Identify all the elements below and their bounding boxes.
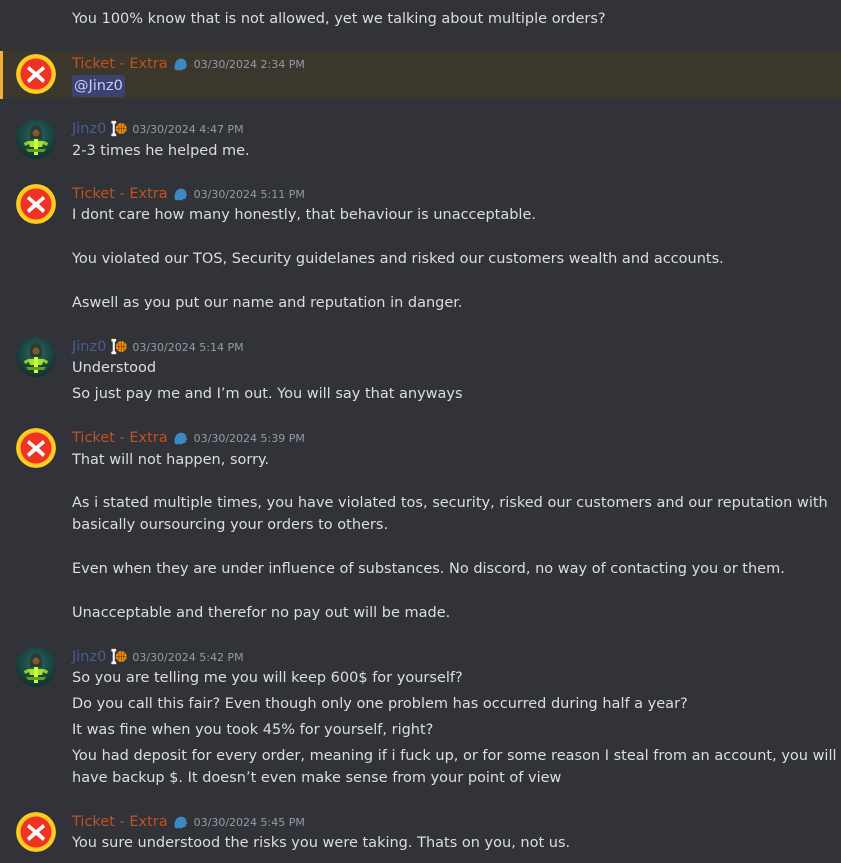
message-text-line: You violated our TOS, Security guidelane…: [72, 251, 724, 267]
message-header: Jinz0 03/30/2024 4:47 PM: [72, 118, 244, 140]
message-text-line: Do you call this fair? Even though only …: [72, 696, 688, 712]
message-text-line: Even when they are under influence of su…: [72, 561, 785, 577]
message-text-line: That will not happen, sorry.: [72, 452, 270, 468]
message-header: Jinz0 03/30/2024 5:14 PM: [72, 336, 244, 358]
message-timestamp[interactable]: 03/30/2024 5:42 PM: [132, 651, 243, 664]
username-ticket-extra[interactable]: Ticket - Extra: [72, 427, 168, 449]
message-text-line: Unacceptable and therefor no pay out wil…: [72, 605, 451, 621]
username-ticket-extra[interactable]: Ticket - Extra: [72, 811, 168, 833]
message-text-line: You had deposit for every order, meaning…: [72, 748, 837, 764]
hooded-figure-avatar-icon: [16, 337, 56, 377]
username-jinz0[interactable]: Jinz0: [72, 336, 106, 358]
red-x-circle-icon: [16, 184, 56, 224]
message-timestamp[interactable]: 03/30/2024 4:47 PM: [132, 123, 243, 136]
message-text-line: You 100% know that is not allowed, yet w…: [72, 11, 606, 27]
hooded-figure-avatar-icon: [16, 119, 56, 159]
bone-basketball-icon: [110, 648, 128, 666]
message-text-line: So you are telling me you will keep 600$…: [72, 670, 463, 686]
bone-basketball-icon: [110, 338, 128, 356]
user-mention[interactable]: @Jinz0: [72, 75, 125, 97]
speaking-head-icon: [172, 813, 190, 831]
username-ticket-extra[interactable]: Ticket - Extra: [72, 183, 168, 205]
username-jinz0[interactable]: Jinz0: [72, 646, 106, 668]
message-text-line: Understood: [72, 360, 157, 376]
message-text-line: As i stated multiple times, you have vio…: [72, 495, 828, 511]
message-header: Ticket - Extra 03/30/2024 5:45 PM: [72, 811, 305, 833]
ticket-extra-avatar[interactable]: [16, 184, 56, 224]
ticket-extra-avatar[interactable]: [16, 54, 56, 94]
message-text-line: You sure understood the risks you were t…: [72, 835, 571, 851]
message-text-line: Aswell as you put our name and reputatio…: [72, 295, 463, 311]
red-x-circle-icon: [16, 428, 56, 468]
message-text-line: So just pay me and I’m out. You will say…: [72, 386, 463, 402]
ticket-extra-avatar[interactable]: [16, 812, 56, 852]
chat-message-list: You 100% know that is not allowed, yet w…: [0, 0, 841, 863]
jinz0-avatar[interactable]: [16, 119, 56, 159]
message-text-line: basically oursourcing your orders to oth…: [72, 517, 389, 533]
mention-highlight-bar: [0, 51, 3, 99]
speaking-head-icon: [172, 185, 190, 203]
hooded-figure-avatar-icon: [16, 647, 56, 687]
message-timestamp[interactable]: 03/30/2024 2:34 PM: [194, 58, 305, 71]
message-timestamp[interactable]: 03/30/2024 5:11 PM: [194, 188, 305, 201]
jinz0-avatar[interactable]: [16, 337, 56, 377]
message-timestamp[interactable]: 03/30/2024 5:14 PM: [132, 341, 243, 354]
speaking-head-icon: [172, 429, 190, 447]
message-header: Jinz0 03/30/2024 5:42 PM: [72, 646, 244, 668]
message-text-line: It was fine when you took 45% for yourse…: [72, 722, 434, 738]
message-text-line: have backup $. It doesn’t even make sens…: [72, 770, 562, 786]
message-text-line: 2-3 times he helped me.: [72, 143, 250, 159]
speaking-head-icon: [172, 55, 190, 73]
message-timestamp[interactable]: 03/30/2024 5:45 PM: [194, 816, 305, 829]
red-x-circle-icon: [16, 812, 56, 852]
message-header: Ticket - Extra 03/30/2024 5:11 PM: [72, 183, 305, 205]
username-jinz0[interactable]: Jinz0: [72, 118, 106, 140]
username-ticket-extra[interactable]: Ticket - Extra: [72, 53, 168, 75]
message-header: Ticket - Extra 03/30/2024 2:34 PM: [72, 53, 305, 75]
red-x-circle-icon: [16, 54, 56, 94]
bone-basketball-icon: [110, 120, 128, 138]
message-header: Ticket - Extra 03/30/2024 5:39 PM: [72, 427, 305, 449]
message-text-line: I dont care how many honestly, that beha…: [72, 207, 536, 223]
ticket-extra-avatar[interactable]: [16, 428, 56, 468]
jinz0-avatar[interactable]: [16, 647, 56, 687]
message-timestamp[interactable]: 03/30/2024 5:39 PM: [194, 432, 305, 445]
